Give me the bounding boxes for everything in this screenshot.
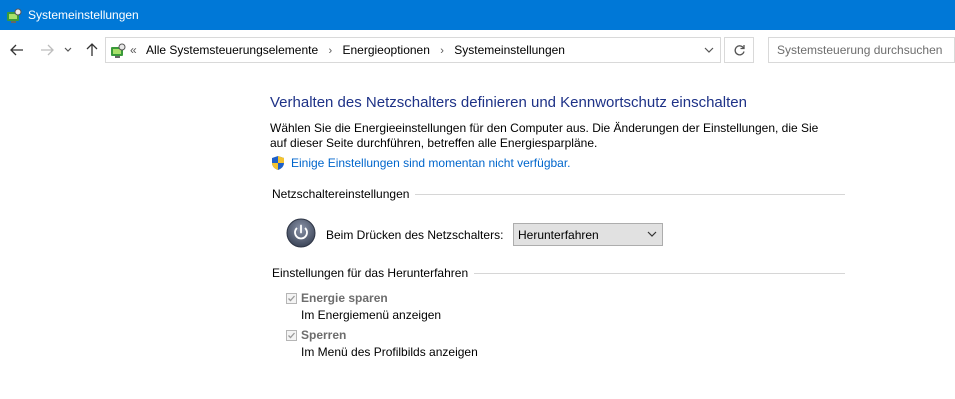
- search-box[interactable]: [768, 37, 955, 63]
- breadcrumb: « Alle Systemsteuerungselemente › Energi…: [130, 43, 565, 57]
- selected-option: Herunterfahren: [518, 228, 599, 242]
- admin-link-text[interactable]: Einige Einstellungen sind momentan nicht…: [291, 156, 571, 170]
- uac-shield-icon: [272, 156, 284, 170]
- chevron-down-icon: [64, 47, 72, 52]
- power-button-action-select[interactable]: Herunterfahren: [513, 223, 663, 246]
- admin-settings-link[interactable]: Einige Einstellungen sind momentan nicht…: [270, 155, 571, 171]
- back-button[interactable]: [7, 40, 27, 60]
- control-panel-icon: [111, 43, 126, 58]
- sperren-description: Im Menü des Profilbilds anzeigen: [301, 345, 478, 359]
- sperren-checkbox[interactable]: [286, 329, 297, 341]
- power-icon: [286, 218, 316, 248]
- section-divider: [415, 194, 845, 195]
- chevron-down-icon: [704, 47, 714, 53]
- section-divider: [474, 273, 845, 274]
- control-panel-icon: [7, 8, 22, 23]
- arrow-left-icon: [10, 44, 23, 56]
- sperren-label: Sperren: [301, 328, 347, 342]
- option-energie-sparen[interactable]: Energie sparen: [286, 291, 388, 305]
- breadcrumb-overflow[interactable]: «: [130, 43, 137, 57]
- arrow-up-icon: [86, 43, 98, 56]
- breadcrumb-item-energieoptionen[interactable]: Energieoptionen: [342, 43, 429, 57]
- checkmark-icon: [288, 332, 295, 338]
- section-title-power-button: Netzschaltereinstellungen: [272, 187, 410, 201]
- recent-locations-button[interactable]: [61, 40, 75, 60]
- breadcrumb-item-systemeinstellungen[interactable]: Systemeinstellungen: [454, 43, 565, 57]
- page-title: Verhalten des Netzschalters definieren u…: [270, 94, 747, 111]
- refresh-icon: [734, 44, 745, 55]
- address-dropdown-button[interactable]: [698, 40, 720, 60]
- arrow-right-icon: [41, 44, 54, 56]
- energie-sparen-label: Energie sparen: [301, 291, 388, 305]
- window-title: Systemeinstellungen: [28, 8, 139, 22]
- title-bar: Systemeinstellungen: [0, 0, 955, 30]
- energie-sparen-checkbox[interactable]: [286, 292, 297, 304]
- address-bar[interactable]: « Alle Systemsteuerungselemente › Energi…: [105, 37, 721, 63]
- search-input[interactable]: [777, 43, 955, 57]
- page-description: Wählen Sie die Energieeinstellungen für …: [270, 121, 819, 150]
- refresh-button[interactable]: [724, 37, 754, 63]
- power-button-label: Beim Drücken des Netzschalters:: [326, 228, 504, 242]
- energie-sparen-description: Im Energiemenü anzeigen: [301, 308, 442, 322]
- breadcrumb-item-alle-systemsteuerungselemente[interactable]: Alle Systemsteuerungselemente: [146, 43, 318, 57]
- chevron-down-icon: [647, 231, 657, 237]
- checkmark-icon: [288, 295, 295, 301]
- forward-button[interactable]: [37, 40, 57, 60]
- chevron-right-icon[interactable]: ›: [328, 45, 332, 57]
- section-title-shutdown: Einstellungen für das Herunterfahren: [272, 266, 469, 280]
- up-button[interactable]: [82, 40, 102, 60]
- option-sperren[interactable]: Sperren: [286, 328, 346, 342]
- chevron-right-icon[interactable]: ›: [440, 45, 444, 57]
